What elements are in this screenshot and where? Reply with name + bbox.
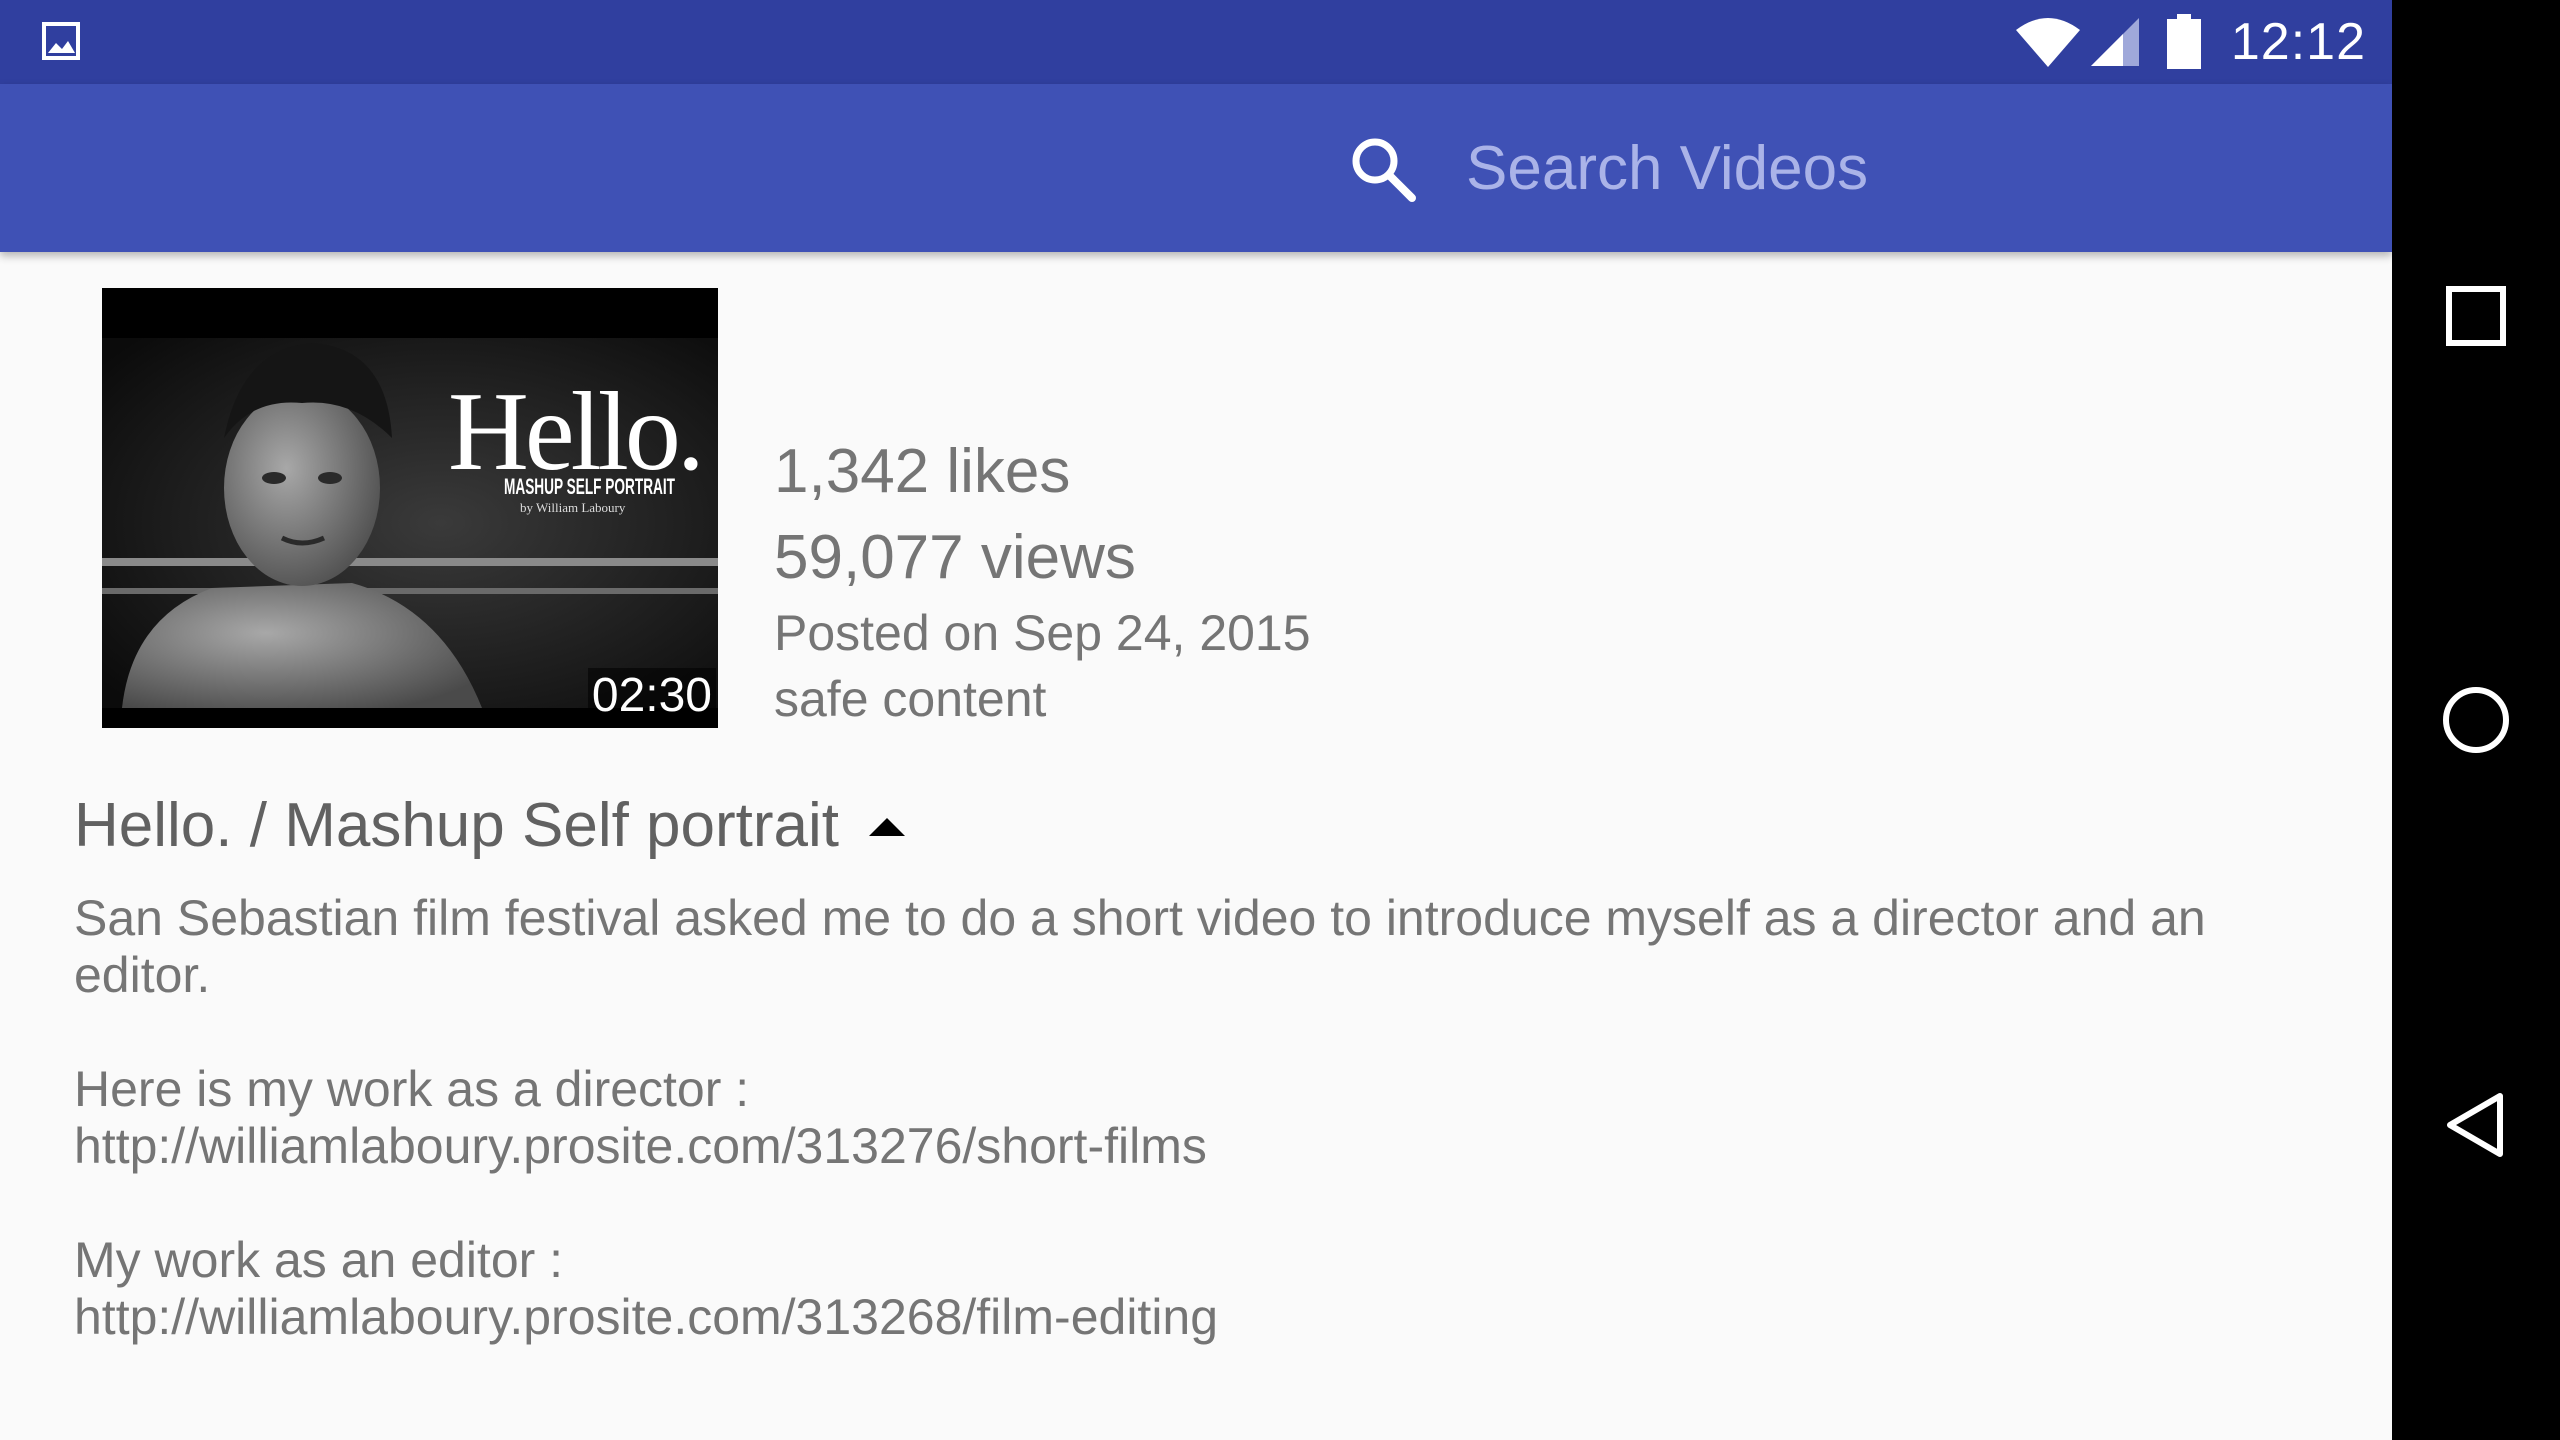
cell-signal-icon xyxy=(2090,18,2139,66)
description-editor: My work as an editor : http://williamlab… xyxy=(74,1232,2254,1346)
image-notification-icon xyxy=(42,22,80,60)
recents-button[interactable] xyxy=(2436,276,2516,356)
battery-icon xyxy=(2166,14,2201,69)
video-duration: 02:30 xyxy=(587,668,716,724)
likes-count: 1,342 likes xyxy=(774,437,1071,506)
video-title: Hello. / Mashup Self portrait xyxy=(74,791,840,860)
home-circle-icon xyxy=(2443,687,2509,753)
editor-label: My work as an editor : xyxy=(74,1232,564,1288)
director-label: Here is my work as a director : xyxy=(74,1061,750,1117)
thumbnail-image xyxy=(102,288,718,728)
search-input[interactable] xyxy=(1466,116,2346,220)
description-intro: San Sebastian film festival asked me to … xyxy=(74,890,2254,1004)
caret-up-icon[interactable] xyxy=(867,806,907,846)
description-intro-line: editor. xyxy=(74,947,211,1003)
search-icon[interactable] xyxy=(1348,134,1418,204)
video-description: San Sebastian film festival asked me to … xyxy=(74,890,2254,1418)
description-intro-line: San Sebastian film festival asked me to … xyxy=(74,890,2206,946)
video-thumbnail[interactable]: Hello. MASHUP SELF PORTRAIT by William L… xyxy=(102,288,718,728)
system-navigation-bar xyxy=(2392,0,2560,1440)
status-time: 12:12 xyxy=(2230,13,2366,71)
status-bar: 12:12 xyxy=(0,0,2392,84)
back-button[interactable] xyxy=(2436,1085,2516,1165)
wifi-icon xyxy=(2015,18,2080,67)
thumbnail-byline-text: by William Laboury xyxy=(520,500,626,515)
home-button[interactable] xyxy=(2436,680,2516,760)
recents-square-icon xyxy=(2446,286,2506,346)
description-director: Here is my work as a director : http://w… xyxy=(74,1061,2254,1175)
video-title-row[interactable]: Hello. / Mashup Self portrait xyxy=(74,790,907,861)
editor-link[interactable]: http://williamlaboury.prosite.com/313268… xyxy=(74,1289,2254,1346)
director-link[interactable]: http://williamlaboury.prosite.com/313276… xyxy=(74,1118,2254,1175)
status-indicators: 12:12 xyxy=(2015,0,2366,84)
back-triangle-icon xyxy=(2447,1093,2503,1157)
posted-date: Posted on Sep 24, 2015 xyxy=(774,605,1311,661)
app-screen: 12:12 Search Videos Hello. MASHUP SELF P… xyxy=(0,0,2392,1440)
safety-label: safe content xyxy=(774,671,1047,727)
views-count: 59,077 views xyxy=(774,523,1136,592)
app-toolbar xyxy=(0,84,2392,252)
thumbnail-subtitle-text: MASHUP SELF PORTRAIT xyxy=(504,474,676,499)
